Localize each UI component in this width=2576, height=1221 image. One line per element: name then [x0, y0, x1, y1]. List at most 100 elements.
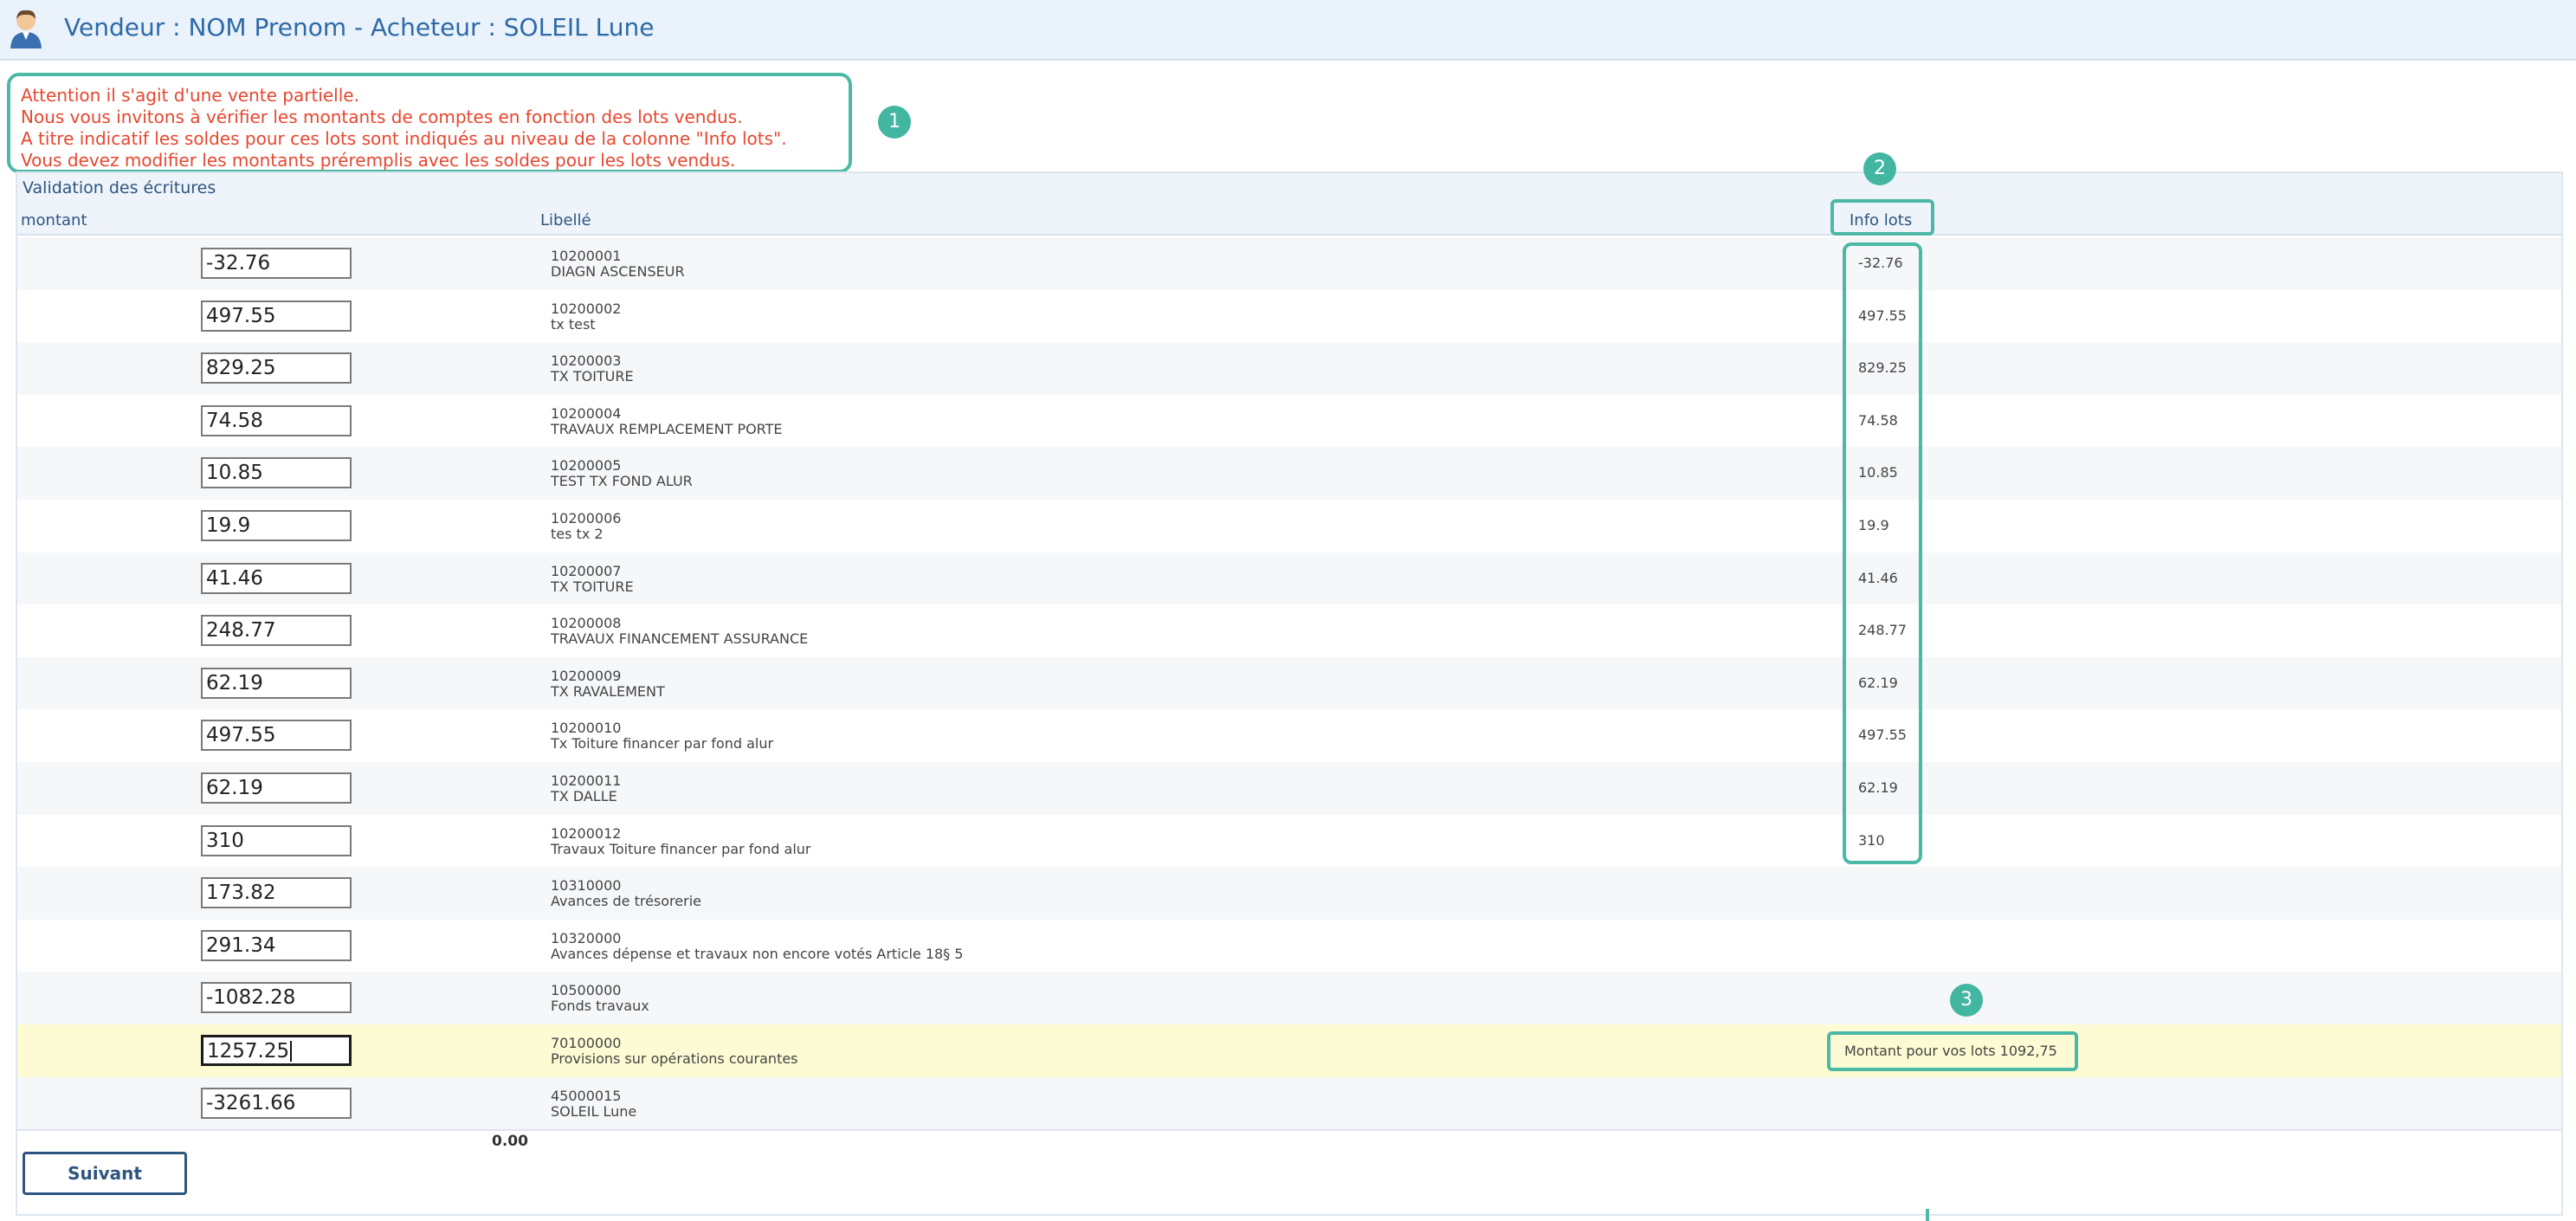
account-code: 10500000	[551, 982, 622, 999]
account-code: 10200001	[551, 248, 622, 264]
account-label: Provisions sur opérations courantes	[551, 1050, 798, 1067]
amount-value: 74.58	[206, 409, 263, 432]
amount-value: 41.46	[206, 566, 263, 590]
amount-value: -32.76	[206, 252, 271, 275]
amount-input[interactable]: 1257.25	[201, 1034, 352, 1066]
page-header: Vendeur : NOM Prenom - Acheteur : SOLEIL…	[0, 0, 2576, 61]
table-row: -3261.66 45000015 SOLEIL Lune	[17, 1076, 2561, 1130]
account-code: 10200007	[551, 562, 622, 579]
account-label: tx test	[551, 315, 596, 333]
annotation-badge-1: 1	[878, 106, 911, 139]
table-row: -1082.28 10500000 Fonds travaux	[17, 972, 2561, 1024]
account-label: SOLEIL Lune	[551, 1102, 637, 1120]
account-label: TX RAVALEMENT	[551, 682, 665, 700]
account-label: TRAVAUX FINANCEMENT ASSURANCE	[551, 630, 809, 648]
annotation-badge-3: 3	[1950, 984, 1983, 1017]
amount-value: 248.77	[206, 619, 276, 643]
amount-value: 291.34	[206, 934, 276, 957]
account-label: Fonds travaux	[551, 998, 649, 1015]
account-label: Avances de trésorerie	[551, 893, 701, 910]
amount-input[interactable]: 10.85	[201, 457, 352, 489]
text-caret	[290, 1041, 293, 1063]
amount-value: 497.55	[206, 724, 276, 747]
amount-input[interactable]: 497.55	[201, 300, 352, 332]
amount-input[interactable]: 829.25	[201, 352, 352, 384]
amount-input[interactable]: 248.77	[201, 615, 352, 647]
user-icon	[10, 10, 42, 48]
account-code: 10200002	[551, 300, 622, 317]
warning-line: Nous vous invitons à vérifier les montan…	[21, 107, 743, 127]
amount-input[interactable]: 62.19	[201, 667, 352, 699]
table-row: 1257.25 70100000 Provisions sur opérations…	[17, 1024, 2561, 1077]
page-title: Vendeur : NOM Prenom - Acheteur : SOLEIL…	[64, 13, 655, 42]
account-label: Tx Toiture financer par fond alur	[551, 735, 774, 753]
table-row: 41.46 10200007 TX TOITURE 41.46	[17, 552, 2561, 605]
total-amount: 0.00	[492, 1133, 528, 1150]
warning-line: Vous devez modifier les montants préremp…	[21, 150, 736, 171]
amount-input[interactable]: 310	[201, 824, 352, 856]
account-code: 10320000	[551, 929, 622, 946]
amount-value: 829.25	[206, 357, 276, 380]
amount-input[interactable]: 173.82	[201, 877, 352, 909]
account-code: 10310000	[551, 877, 622, 895]
next-button[interactable]: Suivant	[23, 1152, 187, 1195]
amount-value: 19.9	[206, 514, 251, 537]
account-label: DIAGN ASCENSEUR	[551, 263, 685, 280]
table-row: 291.34 10320000 Avances dépense et travaux…	[17, 920, 2561, 972]
column-header-montant: montant	[21, 211, 87, 229]
partial-sale-warning: Attention il s'agit d'une vente partiell…	[7, 73, 852, 173]
panel-title: Validation des écritures	[23, 178, 216, 197]
amount-value: 10.85	[206, 462, 263, 485]
amount-value: 497.55	[206, 304, 276, 327]
table-row: 10.85 10200005 TEST TX FOND ALUR 10.85	[17, 447, 2561, 500]
amount-input[interactable]: -3261.66	[201, 1087, 352, 1119]
amount-input[interactable]: 19.9	[201, 509, 352, 541]
validation-panel: Validation des écritures montant Libellé…	[16, 171, 2563, 1216]
account-label: TX TOITURE	[551, 578, 634, 595]
account-code: 10200004	[551, 404, 622, 422]
table-row: 19.9 10200006 tes tx 2 19.9	[17, 500, 2561, 552]
table-row: 62.19 10200011 TX DALLE 62.19	[17, 761, 2561, 815]
amount-value: -3261.66	[206, 1091, 296, 1114]
account-label: TX DALLE	[551, 787, 617, 804]
info-lots-note: Montant pour vos lots 1092,75	[1827, 1030, 2078, 1071]
table-row: 62.19 10200009 TX RAVALEMENT 62.19	[17, 656, 2561, 710]
table-row: -32.76 10200001 DIAGN ASCENSEUR -32.76	[17, 237, 2561, 290]
account-code: 10200009	[551, 667, 622, 684]
amount-input[interactable]: 291.34	[201, 929, 352, 961]
column-header-libelle: Libellé	[540, 211, 591, 229]
account-code: 45000015	[551, 1087, 622, 1104]
warning-line: Attention il s'agit d'une vente partiell…	[21, 85, 359, 106]
account-label: tes tx 2	[551, 525, 604, 542]
amount-value: 62.19	[206, 671, 263, 694]
amount-value: -1082.28	[206, 986, 296, 1010]
account-code: 10200003	[551, 352, 622, 370]
account-label: TRAVAUX REMPLACEMENT PORTE	[551, 420, 783, 437]
account-code: 10200012	[551, 824, 622, 842]
amount-value: 1257.25	[207, 1039, 290, 1063]
annotation-badge-2: 2	[1863, 152, 1896, 185]
table-row: 497.55 10200002 tx test 497.55	[17, 290, 2561, 343]
table-row: 248.77 10200008 TRAVAUX FINANCEMENT ASSURA…	[17, 604, 2561, 657]
account-label: TX TOITURE	[551, 368, 634, 385]
table-row: 74.58 10200004 TRAVAUX REMPLACEMENT PORTE 7…	[17, 395, 2561, 448]
amount-input[interactable]: 497.55	[201, 720, 352, 752]
table-row: 497.55 10200010 Tx Toiture financer par fo…	[17, 709, 2561, 762]
table-row: 829.25 10200003 TX TOITURE 829.25	[17, 342, 2561, 395]
account-label: Avances dépense et travaux non encore vo…	[551, 945, 964, 962]
amount-input[interactable]: 74.58	[201, 404, 352, 436]
amount-value: 173.82	[206, 882, 276, 905]
amount-input[interactable]: 41.46	[201, 562, 352, 594]
account-code: 10200006	[551, 509, 622, 527]
amount-input[interactable]: -32.76	[201, 248, 352, 279]
account-code: 10200008	[551, 615, 622, 632]
amount-input[interactable]: -1082.28	[201, 982, 352, 1014]
account-code: 70100000	[551, 1034, 622, 1051]
account-code: 10200010	[551, 720, 622, 737]
app-window: Vendeur : NOM Prenom - Acheteur : SOLEIL…	[0, 0, 2576, 1221]
table-row: 173.82 10310000 Avances de trésorerie	[17, 867, 2561, 920]
amount-input[interactable]: 62.19	[201, 772, 352, 804]
total-divider	[17, 1129, 2561, 1131]
account-code: 10200005	[551, 457, 622, 475]
panel-header	[17, 173, 2561, 236]
